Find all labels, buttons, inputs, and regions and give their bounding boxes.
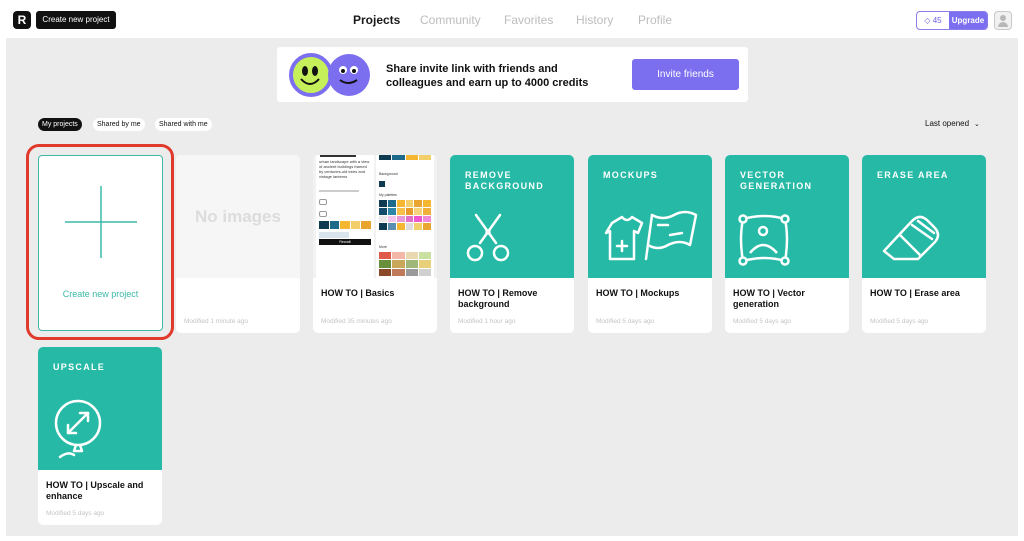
modified-time: Modified 5 days ago [733, 318, 792, 325]
project-card[interactable]: REMOVE BACKGROUND HOW TO | Remove backgr… [450, 155, 574, 333]
invite-line-2: colleagues and earn up to 4000 credits [386, 77, 589, 89]
tab-my-projects[interactable]: My projects [38, 118, 82, 131]
invite-banner-text: Share invite link with friends and colle… [386, 62, 616, 90]
preview-field [319, 232, 349, 238]
plus-icon [65, 186, 137, 258]
project-title: HOW TO | Upscale and enhance [46, 480, 144, 501]
preview-line [319, 190, 359, 192]
upgrade-button[interactable]: Upgrade [949, 12, 987, 29]
nav-favorites[interactable]: Favorites [504, 13, 553, 27]
project-title: HOW TO | Remove background [458, 288, 538, 309]
project-title: HOW TO | Basics [321, 288, 395, 298]
project-card[interactable]: MOCKUPS HOW TO | Mockups Modified 5 days… [588, 155, 712, 333]
preview-toggle [319, 211, 327, 217]
nav-profile[interactable]: Profile [638, 13, 672, 27]
project-card[interactable]: urban landscape with a view of ancient b… [313, 155, 437, 333]
credits-value: 45 [932, 16, 942, 25]
project-thumbnail: ERASE AREA [862, 155, 986, 278]
create-new-project-card[interactable]: Create new project [38, 155, 163, 331]
tshirt-flag-icon [604, 210, 698, 261]
modified-time: Modified 1 hour ago [458, 318, 516, 325]
modified-time: Modified 5 days ago [46, 510, 105, 517]
preview-prompt: urban landscape with a view of ancient b… [319, 159, 370, 179]
modified-time: Modified 35 minutes ago [321, 318, 392, 325]
invite-banner: Share invite link with friends and colle… [277, 47, 748, 102]
project-title: HOW TO | Vector generation [733, 288, 805, 309]
project-thumbnail: No images [176, 155, 300, 278]
preview-swatches [379, 155, 431, 160]
tab-shared-by-me[interactable]: Shared by me [93, 118, 145, 131]
preview-recraft-button: Recraft [319, 239, 371, 245]
nav-projects[interactable]: Projects [353, 13, 400, 27]
preview-right-panel: Background My palettes More [376, 155, 434, 278]
project-card[interactable]: UPSCALE HOW TO | Upscale and enhance Mod… [38, 347, 162, 525]
vector-image-icon [738, 214, 790, 266]
credits-count: ◇ 45 [917, 12, 949, 29]
top-bar: R Create new project Projects Community … [0, 0, 1024, 38]
nav-history[interactable]: History [576, 13, 613, 27]
invite-friends-button[interactable]: Invite friends [632, 59, 739, 90]
preview-more-grid [379, 252, 431, 276]
diamond-icon: ◇ [924, 16, 931, 25]
tab-shared-with-me[interactable]: Shared with me [155, 118, 212, 131]
preview-left-panel: urban landscape with a view of ancient b… [316, 155, 374, 278]
project-thumbnail: urban landscape with a view of ancient b… [313, 155, 437, 278]
preview-toggle [319, 199, 327, 205]
project-card[interactable]: No images Modified 1 minute ago [176, 155, 300, 333]
project-title: HOW TO | Mockups [596, 288, 680, 298]
create-card-label: Create new project [62, 289, 139, 299]
project-thumbnail: UPSCALE [38, 347, 162, 470]
chevron-down-icon: ⌄ [974, 121, 980, 128]
user-avatar-icon[interactable] [994, 11, 1012, 30]
eraser-icon [882, 215, 940, 261]
invite-line-1: Share invite link with friends and [386, 63, 558, 75]
project-thumbnail: MOCKUPS [588, 155, 712, 278]
project-card[interactable]: VECTOR GENERATION HOW TO | Vector genera… [725, 155, 849, 333]
project-thumbnail: VECTOR GENERATION [725, 155, 849, 278]
preview-palettes-label: My palettes [379, 193, 397, 197]
nav-community[interactable]: Community [420, 13, 481, 27]
preview-more-label: More [379, 245, 387, 249]
credits-upgrade-widget[interactable]: ◇ 45 Upgrade [916, 11, 988, 30]
modified-time: Modified 5 days ago [870, 318, 929, 325]
scissors-icon [466, 213, 510, 262]
upscale-balloon-icon [54, 399, 102, 459]
preview-background-label: Background [379, 172, 398, 176]
create-project-button[interactable]: Create new project [36, 11, 116, 29]
sort-dropdown[interactable]: Last opened ⌄ [925, 119, 980, 128]
modified-time: Modified 5 days ago [596, 318, 655, 325]
preview-swatches [319, 221, 371, 229]
project-title: HOW TO | Erase area [870, 288, 960, 298]
project-card[interactable]: ERASE AREA HOW TO | Erase area Modified … [862, 155, 986, 333]
preview-bar [320, 155, 356, 157]
no-images-placeholder: No images [195, 207, 281, 226]
app-logo[interactable]: R [13, 11, 31, 29]
preview-palette-grid [379, 200, 431, 230]
project-thumbnail: REMOVE BACKGROUND [450, 155, 574, 278]
app-window: R Create new project Projects Community … [0, 0, 1024, 541]
preview-swatch [379, 181, 385, 187]
sort-label: Last opened [925, 119, 970, 128]
smiley-faces-icon [289, 53, 370, 97]
modified-time: Modified 1 minute ago [184, 318, 248, 325]
